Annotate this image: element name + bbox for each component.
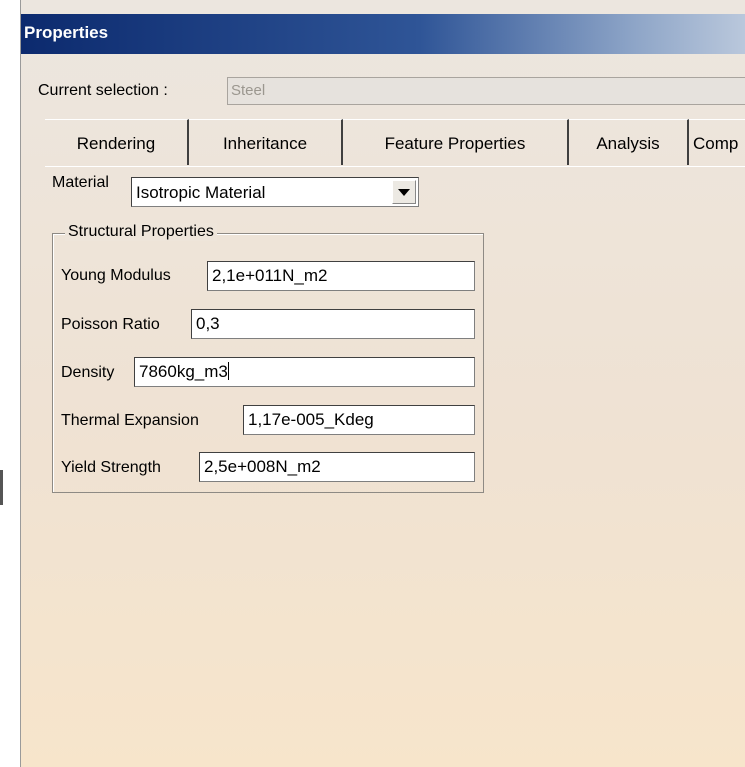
young-modulus-label: Young Modulus xyxy=(61,267,171,284)
yield-strength-input[interactable]: 2,5e+008N_m2 xyxy=(199,452,475,482)
title-bar[interactable]: Properties xyxy=(21,14,745,54)
poisson-ratio-input[interactable]: 0,3 xyxy=(191,309,475,339)
left-edge-marker xyxy=(0,470,3,505)
properties-dialog: Properties Current selection : Steel Ren… xyxy=(20,0,745,767)
structural-properties-title: Structural Properties xyxy=(65,223,217,241)
density-label: Density xyxy=(61,364,114,382)
tab-rendering[interactable]: Rendering xyxy=(45,119,189,165)
chevron-down-icon xyxy=(398,188,410,196)
text-caret xyxy=(227,362,229,380)
tab-analysis[interactable]: Analysis xyxy=(569,119,689,165)
material-dropdown-button[interactable] xyxy=(392,180,416,204)
tab-comp[interactable]: Comp xyxy=(689,119,745,165)
material-select-value: Isotropic Material xyxy=(136,183,266,202)
yield-strength-label: Yield Strength xyxy=(61,459,161,476)
material-select[interactable]: Isotropic Material xyxy=(131,177,419,207)
tab-feature-properties[interactable]: Feature Properties xyxy=(343,119,569,165)
density-input[interactable]: 7860kg_m3 xyxy=(134,357,475,387)
tab-inheritance[interactable]: Inheritance xyxy=(189,119,343,165)
young-modulus-input[interactable]: 2,1e+011N_m2 xyxy=(207,261,475,291)
tab-strip-divider xyxy=(45,166,745,167)
tab-strip: Rendering Inheritance Feature Properties… xyxy=(45,119,745,167)
current-selection-field: Steel xyxy=(227,77,745,105)
material-label: Material xyxy=(52,174,109,191)
thermal-expansion-input[interactable]: 1,17e-005_Kdeg xyxy=(243,405,475,435)
thermal-expansion-label: Thermal Expansion xyxy=(61,412,199,429)
density-input-text: 7860kg_m3 xyxy=(139,362,228,381)
poisson-ratio-label: Poisson Ratio xyxy=(61,316,160,333)
current-selection-label: Current selection : xyxy=(38,82,168,99)
density-label-text: Density xyxy=(61,364,115,381)
window-title: Properties xyxy=(24,23,109,42)
